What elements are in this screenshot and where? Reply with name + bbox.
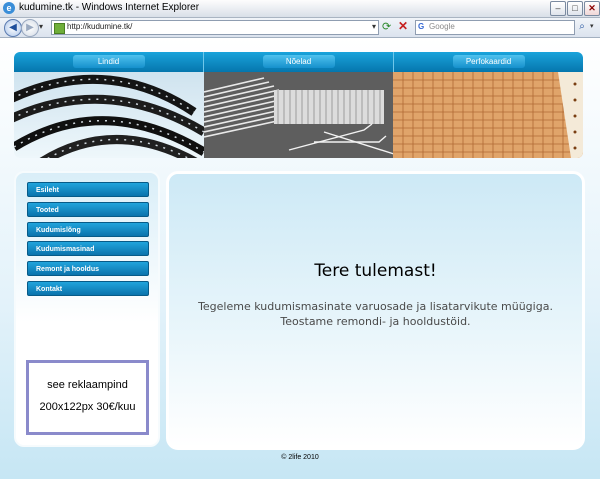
maximize-button[interactable]: □	[567, 1, 583, 16]
needles-photo	[203, 72, 394, 158]
sidebar-item-tooted[interactable]: Tooted	[27, 202, 149, 217]
top-navigation: Lindid Nõelad Perfokaardid	[14, 52, 583, 72]
url-dropdown-icon[interactable]: ▾	[372, 22, 376, 31]
google-icon: G	[418, 22, 425, 31]
url-text[interactable]: http://kudumine.tk/	[67, 22, 132, 31]
sidebar-item-remont-ja-hooldus[interactable]: Remont ja hooldus	[27, 261, 149, 276]
knitting-needles-image	[203, 72, 394, 158]
forward-button[interactable]: ▶	[21, 19, 39, 37]
page-heading: Tere tulemast!	[314, 261, 437, 281]
ribbon-photo	[14, 72, 204, 158]
search-options-dropdown-icon[interactable]: ▾	[590, 22, 594, 30]
intro-line-1: Tegeleme kudumismasinate varuosade ja li…	[198, 300, 553, 313]
address-bar: ◀ ▶ ▾ http://kudumine.tk/ ▾ ⟳ ✕ G Google…	[0, 18, 600, 38]
nav-cell-lindid: Lindid	[14, 52, 204, 72]
sidebar-item-kontakt[interactable]: Kontakt	[27, 281, 149, 296]
web-page: Lindid Nõelad Perfokaardid Esileht Toote…	[0, 38, 600, 479]
history-dropdown-icon[interactable]: ▾	[39, 22, 43, 31]
window-title: kudumine.tk - Windows Internet Explorer	[19, 2, 200, 13]
search-placeholder: Google	[429, 22, 455, 31]
punch-cards-photo	[393, 72, 583, 158]
nav-cell-noelad: Nõelad	[204, 52, 394, 72]
minimize-button[interactable]: –	[550, 1, 566, 16]
nav-perfokaardid[interactable]: Perfokaardid	[452, 55, 525, 68]
banner-photos	[14, 72, 583, 158]
main-content: Tere tulemast! Tegeleme kudumismasinate …	[166, 171, 585, 450]
search-icon[interactable]: ⌕	[575, 20, 589, 34]
nav-cell-perfokaardid: Perfokaardid	[394, 52, 583, 72]
intro-line-2: Teostame remondi- ja hooldustöid.	[280, 315, 471, 328]
close-button[interactable]: ✕	[584, 1, 600, 16]
intro-text: Tegeleme kudumismasinate varuosade ja li…	[169, 299, 582, 329]
sidebar-item-esileht[interactable]: Esileht	[27, 182, 149, 197]
nav-noelad[interactable]: Nõelad	[262, 55, 335, 68]
nav-lindid[interactable]: Lindid	[72, 55, 145, 68]
header-banner: Lindid Nõelad Perfokaardid	[14, 52, 583, 158]
punched-ribbon-image	[14, 74, 204, 158]
stop-icon[interactable]: ✕	[398, 20, 408, 32]
ad-line-2: 200x122px 30€/kuu	[39, 401, 136, 413]
title-bar: e kudumine.tk - Windows Internet Explore…	[0, 0, 600, 18]
sidebar-item-kudumislong[interactable]: Kudumislõng	[27, 222, 149, 237]
back-button[interactable]: ◀	[4, 19, 22, 37]
url-input[interactable]: http://kudumine.tk/ ▾	[51, 20, 379, 35]
ad-line-1: see reklaampind	[47, 379, 128, 391]
ie-logo-icon: e	[3, 2, 15, 14]
sidebar: Esileht Tooted Kudumislõng Kudumismasina…	[14, 171, 160, 447]
sidebar-item-kudumismasinad[interactable]: Kudumismasinad	[27, 241, 149, 256]
search-input[interactable]: G Google	[415, 20, 575, 35]
page-favicon-icon	[54, 23, 65, 34]
ad-banner[interactable]: see reklaampind 200x122px 30€/kuu	[26, 360, 149, 435]
punch-card-image	[393, 72, 583, 158]
footer-copyright: © 2life 2010	[281, 454, 319, 461]
refresh-icon[interactable]: ⟳	[382, 21, 391, 33]
